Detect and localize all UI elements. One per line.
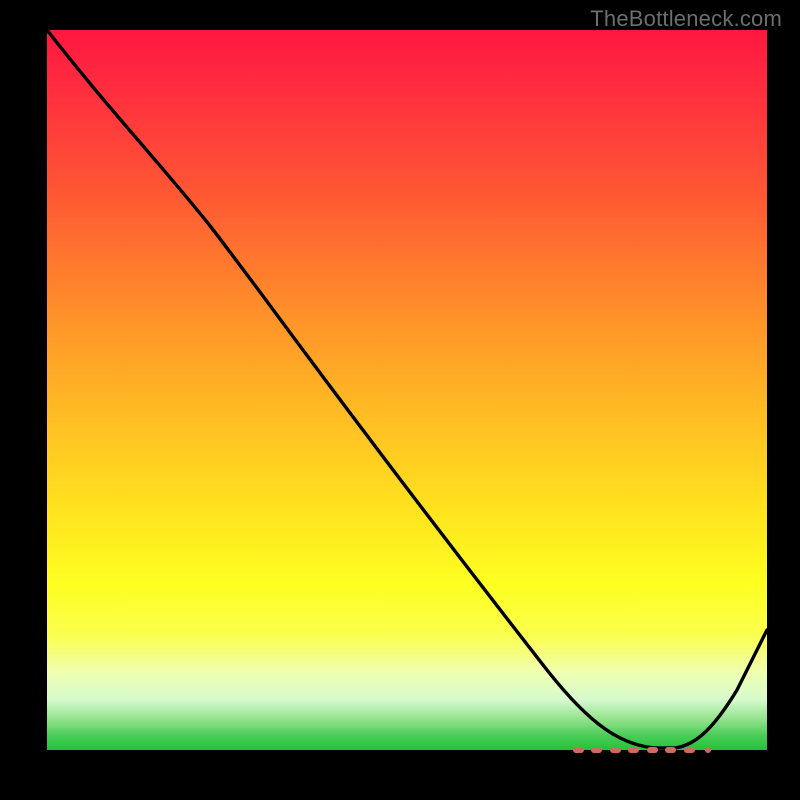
curve-path	[47, 30, 767, 748]
plot-area	[47, 30, 767, 750]
bottleneck-curve	[47, 30, 767, 750]
chart-frame: TheBottleneck.com	[0, 0, 800, 800]
watermark-label: TheBottleneck.com	[590, 6, 782, 32]
